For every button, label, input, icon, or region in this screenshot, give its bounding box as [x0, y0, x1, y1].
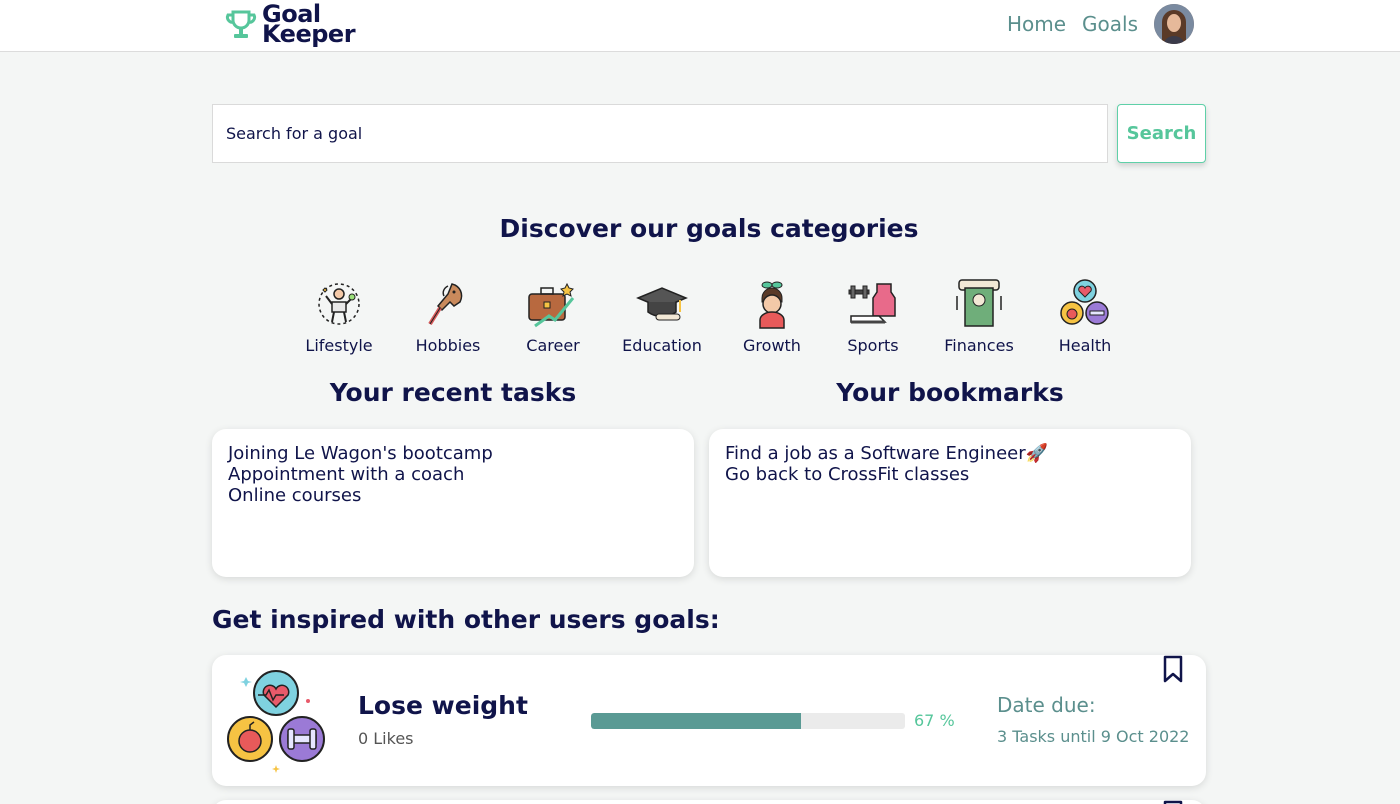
category-sports[interactable]: Sports [847, 278, 899, 355]
briefcase-icon [528, 282, 575, 328]
avatar-image [1154, 4, 1194, 44]
nav-link-home[interactable]: Home [1007, 12, 1066, 36]
category-education[interactable]: Education [622, 278, 702, 355]
category-label: Lifestyle [305, 336, 373, 355]
avatar[interactable] [1154, 4, 1194, 44]
date-due-label: Date due: [997, 693, 1096, 717]
task-item[interactable]: Joining Le Wagon's bootcamp [228, 443, 678, 464]
category-label: Sports [847, 336, 899, 355]
bookmarks-card: Find a job as a Software Engineer🚀 Go ba… [709, 429, 1191, 577]
search-button[interactable]: Search [1117, 104, 1206, 163]
health-icon [1060, 279, 1109, 325]
hobby-horse-icon [428, 283, 463, 326]
category-finances[interactable]: Finances [944, 278, 1014, 355]
category-label: Finances [944, 336, 1014, 355]
sprout-head-icon [759, 281, 785, 329]
sports-gear-icon [848, 283, 896, 324]
nav-link-goals[interactable]: Goals [1082, 12, 1138, 36]
logo-text: Goal Keeper [262, 2, 356, 48]
goal-card[interactable] [212, 800, 1206, 804]
goal-card[interactable]: Lose weight 0 Likes 67 % Date due: 3 Tas… [212, 655, 1206, 786]
goal-title[interactable]: Lose weight [358, 691, 528, 720]
task-item[interactable]: Online courses [228, 485, 678, 506]
search-input[interactable] [212, 104, 1108, 163]
category-growth[interactable]: Growth [743, 278, 801, 355]
recent-tasks-card: Joining Le Wagon's bootcamp Appointment … [212, 429, 694, 577]
bookmark-item[interactable]: Find a job as a Software Engineer🚀 [725, 443, 1175, 464]
categories-title: Discover our goals categories [499, 214, 919, 243]
bookmarks-title: Your bookmarks [836, 378, 1064, 407]
date-due-value: 3 Tasks until 9 Oct 2022 [997, 727, 1190, 746]
category-label: Education [622, 336, 702, 355]
categories-row: Lifestyle Hobbies Career Education Growt… [0, 278, 1400, 358]
bookmark-icon[interactable] [1162, 800, 1184, 804]
progress-percent: 67 % [914, 711, 955, 730]
category-career[interactable]: Career [526, 278, 580, 355]
inspired-title: Get inspired with other users goals: [212, 605, 720, 634]
logo-line-2: Keeper [262, 20, 356, 48]
category-label: Career [526, 336, 580, 355]
category-label: Growth [743, 336, 801, 355]
progress-fill [591, 713, 802, 729]
graduation-cap-icon [636, 287, 688, 321]
recent-tasks-title: Your recent tasks [329, 378, 577, 407]
lifestyle-icon [318, 283, 360, 325]
category-hobbies[interactable]: Hobbies [416, 278, 480, 355]
progress-bar [591, 713, 905, 729]
logo[interactable]: Goal Keeper [224, 0, 356, 48]
trophy-icon [226, 10, 256, 38]
health-icon [227, 670, 325, 773]
navbar: Goal Keeper Home Goals [0, 0, 1400, 52]
bookmark-icon[interactable] [1162, 655, 1184, 683]
category-lifestyle[interactable]: Lifestyle [305, 278, 373, 355]
task-item[interactable]: Appointment with a coach [228, 464, 678, 485]
nav-links: Home Goals [1007, 0, 1194, 48]
category-label: Health [1058, 336, 1112, 355]
goal-likes: 0 Likes [358, 729, 414, 748]
atm-money-icon [956, 279, 1002, 327]
bookmark-item[interactable]: Go back to CrossFit classes [725, 464, 1175, 485]
category-label: Hobbies [415, 336, 481, 355]
category-health[interactable]: Health [1059, 278, 1111, 355]
